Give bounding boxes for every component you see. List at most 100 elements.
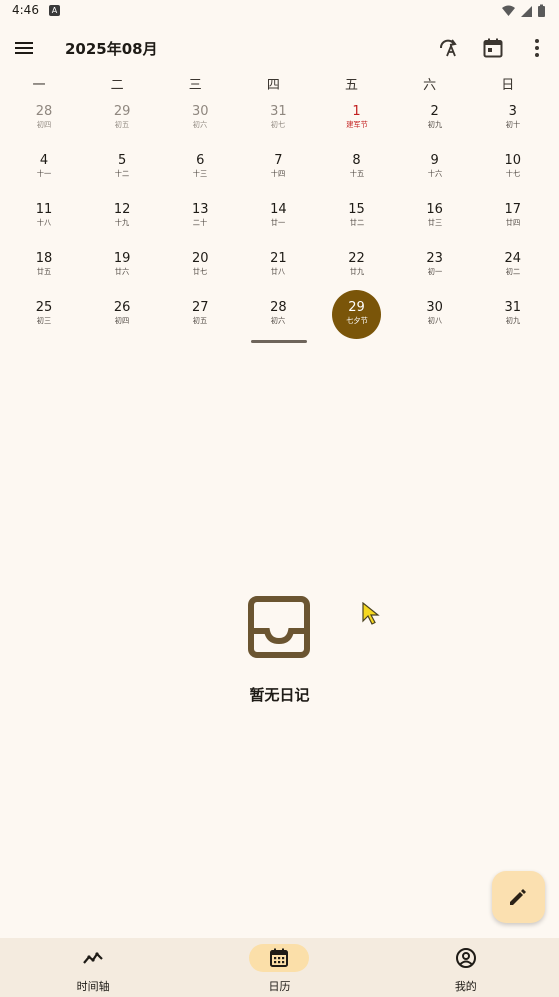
nav-item-profile[interactable]: 我的 [373, 938, 559, 997]
lunar-date: 初五 [114, 120, 130, 129]
calendar-day[interactable]: 30 初八 [396, 294, 474, 343]
lunar-date: 初三 [36, 316, 52, 325]
calendar-icon [270, 948, 289, 967]
day-number: 31 [504, 300, 522, 315]
calendar-day[interactable]: 25 初三 [5, 294, 83, 343]
weekday-label: 六 [423, 78, 437, 93]
week-row: 25 初三 26 初四 27 初五 28 初六 29 七夕节 30 初八 31 初九 [5, 290, 552, 343]
lunar-date: 廿八 [271, 267, 286, 276]
day-number: 21 [270, 251, 287, 266]
weekday-label: 三 [188, 78, 202, 93]
day-number: 2 [430, 104, 439, 119]
status-bar: 4:46 A [0, 0, 559, 22]
calendar-day[interactable]: 4 十一 [5, 147, 83, 196]
calendar-day[interactable]: 29 初五 [83, 98, 161, 147]
calendar-day[interactable]: 28 初四 [5, 98, 83, 147]
day-number: 20 [192, 251, 209, 266]
day-number: 10 [504, 153, 522, 168]
calendar-day[interactable]: 2 初九 [396, 98, 474, 147]
calendar-day[interactable]: 17 廿四 [474, 196, 552, 245]
system-status-icons [502, 4, 545, 17]
calendar-day[interactable]: 28 初六 [239, 294, 317, 343]
calendar-day[interactable]: 9 十六 [396, 147, 474, 196]
calendar-day[interactable]: 20 廿七 [161, 245, 239, 294]
day-number: 23 [426, 251, 443, 266]
calendar-day[interactable]: 31 初九 [474, 294, 552, 343]
calendar-day[interactable]: 7 十四 [239, 147, 317, 196]
lunar-date: 初四 [36, 120, 52, 129]
signal-icon [521, 6, 532, 17]
lunar-date: 初二 [505, 267, 521, 276]
calendar-day[interactable]: 18 廿五 [5, 245, 83, 294]
lunar-date: 廿六 [114, 267, 130, 276]
calendar-day[interactable]: 14 廿一 [239, 196, 317, 245]
lunar-date: 初九 [427, 120, 442, 129]
lunar-date: 廿二 [349, 218, 364, 227]
calendar-day[interactable]: 19 廿六 [83, 245, 161, 294]
lunar-date: 七夕节 [345, 316, 368, 325]
calendar-day-selected[interactable]: 29 七夕节 [318, 290, 396, 343]
calendar-day[interactable]: 6 十三 [161, 147, 239, 196]
weekday-label: 一 [32, 78, 46, 93]
lunar-date: 十八 [36, 218, 52, 227]
week-row: 4 十一 5 十二 6 十三 7 十四 8 十五 9 十六 10 十七 [5, 147, 552, 196]
day-number: 29 [113, 104, 131, 119]
weekday-label: 四 [266, 78, 280, 93]
calendar-day[interactable]: 8 十五 [318, 147, 396, 196]
day-number: 1 [352, 104, 361, 119]
week-row: 18 廿五 19 廿六 20 廿七 21 廿八 22 廿九 23 初一 24 初二 [5, 245, 552, 294]
calendar-day[interactable]: 15 廿二 [318, 196, 396, 245]
calendar-day[interactable]: 23 初一 [396, 245, 474, 294]
page-title[interactable]: 2025年08月 [65, 38, 158, 59]
weekday-header: 一二三四五六日 [0, 74, 559, 94]
menu-icon[interactable] [12, 36, 36, 60]
lunar-date: 初一 [427, 267, 442, 276]
day-number: 29 [348, 300, 365, 315]
day-number: 12 [113, 202, 131, 217]
lunar-date: 建军节 [345, 120, 368, 129]
battery-icon [538, 6, 545, 17]
calendar-day[interactable]: 31 初七 [239, 98, 317, 147]
calendar-day[interactable]: 12 十九 [83, 196, 161, 245]
day-number: 11 [35, 202, 53, 217]
weekday-label: 五 [345, 78, 359, 93]
lunar-date: 初十 [505, 120, 521, 129]
calendar-day[interactable]: 10 十七 [474, 147, 552, 196]
lunar-date: 十二 [114, 169, 130, 178]
calendar-day[interactable]: 27 初五 [161, 294, 239, 343]
month-grid: 28 初四 29 初五 30 初六 31 初七 1 建军节 2 初九 3 初十 4 十一 5 十二 6 十三 7 十四 8 十… [5, 98, 552, 343]
status-time: 4:46 [12, 3, 39, 17]
calendar-day[interactable]: 21 廿八 [239, 245, 317, 294]
calendar-day[interactable]: 11 十八 [5, 196, 83, 245]
nav-label-profile: 我的 [454, 980, 477, 993]
calendar-day[interactable]: 1 建军节 [318, 98, 396, 147]
nav-item-calendar[interactable]: 日历 [186, 938, 372, 997]
sync-refresh-icon[interactable] [438, 36, 462, 60]
new-diary-button[interactable] [492, 871, 545, 923]
notification-icon: A [49, 5, 60, 16]
today-calendar-icon[interactable] [481, 36, 505, 60]
calendar-day[interactable]: 3 初十 [474, 98, 552, 147]
nav-item-timeline[interactable]: 时间轴 [0, 938, 186, 997]
calendar-day[interactable]: 30 初六 [161, 98, 239, 147]
calendar-day[interactable]: 13 二十 [161, 196, 239, 245]
lunar-date: 初七 [271, 120, 286, 129]
calendar-day[interactable]: 16 廿三 [396, 196, 474, 245]
calendar-drag-handle[interactable] [251, 340, 307, 343]
mouse-cursor-icon [362, 602, 380, 625]
lunar-date: 廿五 [36, 267, 52, 276]
calendar-day[interactable]: 22 廿九 [318, 245, 396, 294]
lunar-date: 廿四 [505, 218, 521, 227]
day-number: 24 [504, 251, 522, 266]
calendar-day[interactable]: 5 十二 [83, 147, 161, 196]
day-number: 8 [352, 153, 361, 168]
day-number: 13 [192, 202, 209, 217]
calendar-day[interactable]: 26 初四 [83, 294, 161, 343]
lunar-date: 初六 [193, 120, 208, 129]
day-number: 30 [426, 300, 443, 315]
more-vert-icon[interactable] [525, 36, 549, 60]
day-number: 7 [274, 153, 283, 168]
calendar-day[interactable]: 24 初二 [474, 245, 552, 294]
day-number: 9 [430, 153, 439, 168]
nav-label-timeline: 时间轴 [76, 980, 110, 993]
